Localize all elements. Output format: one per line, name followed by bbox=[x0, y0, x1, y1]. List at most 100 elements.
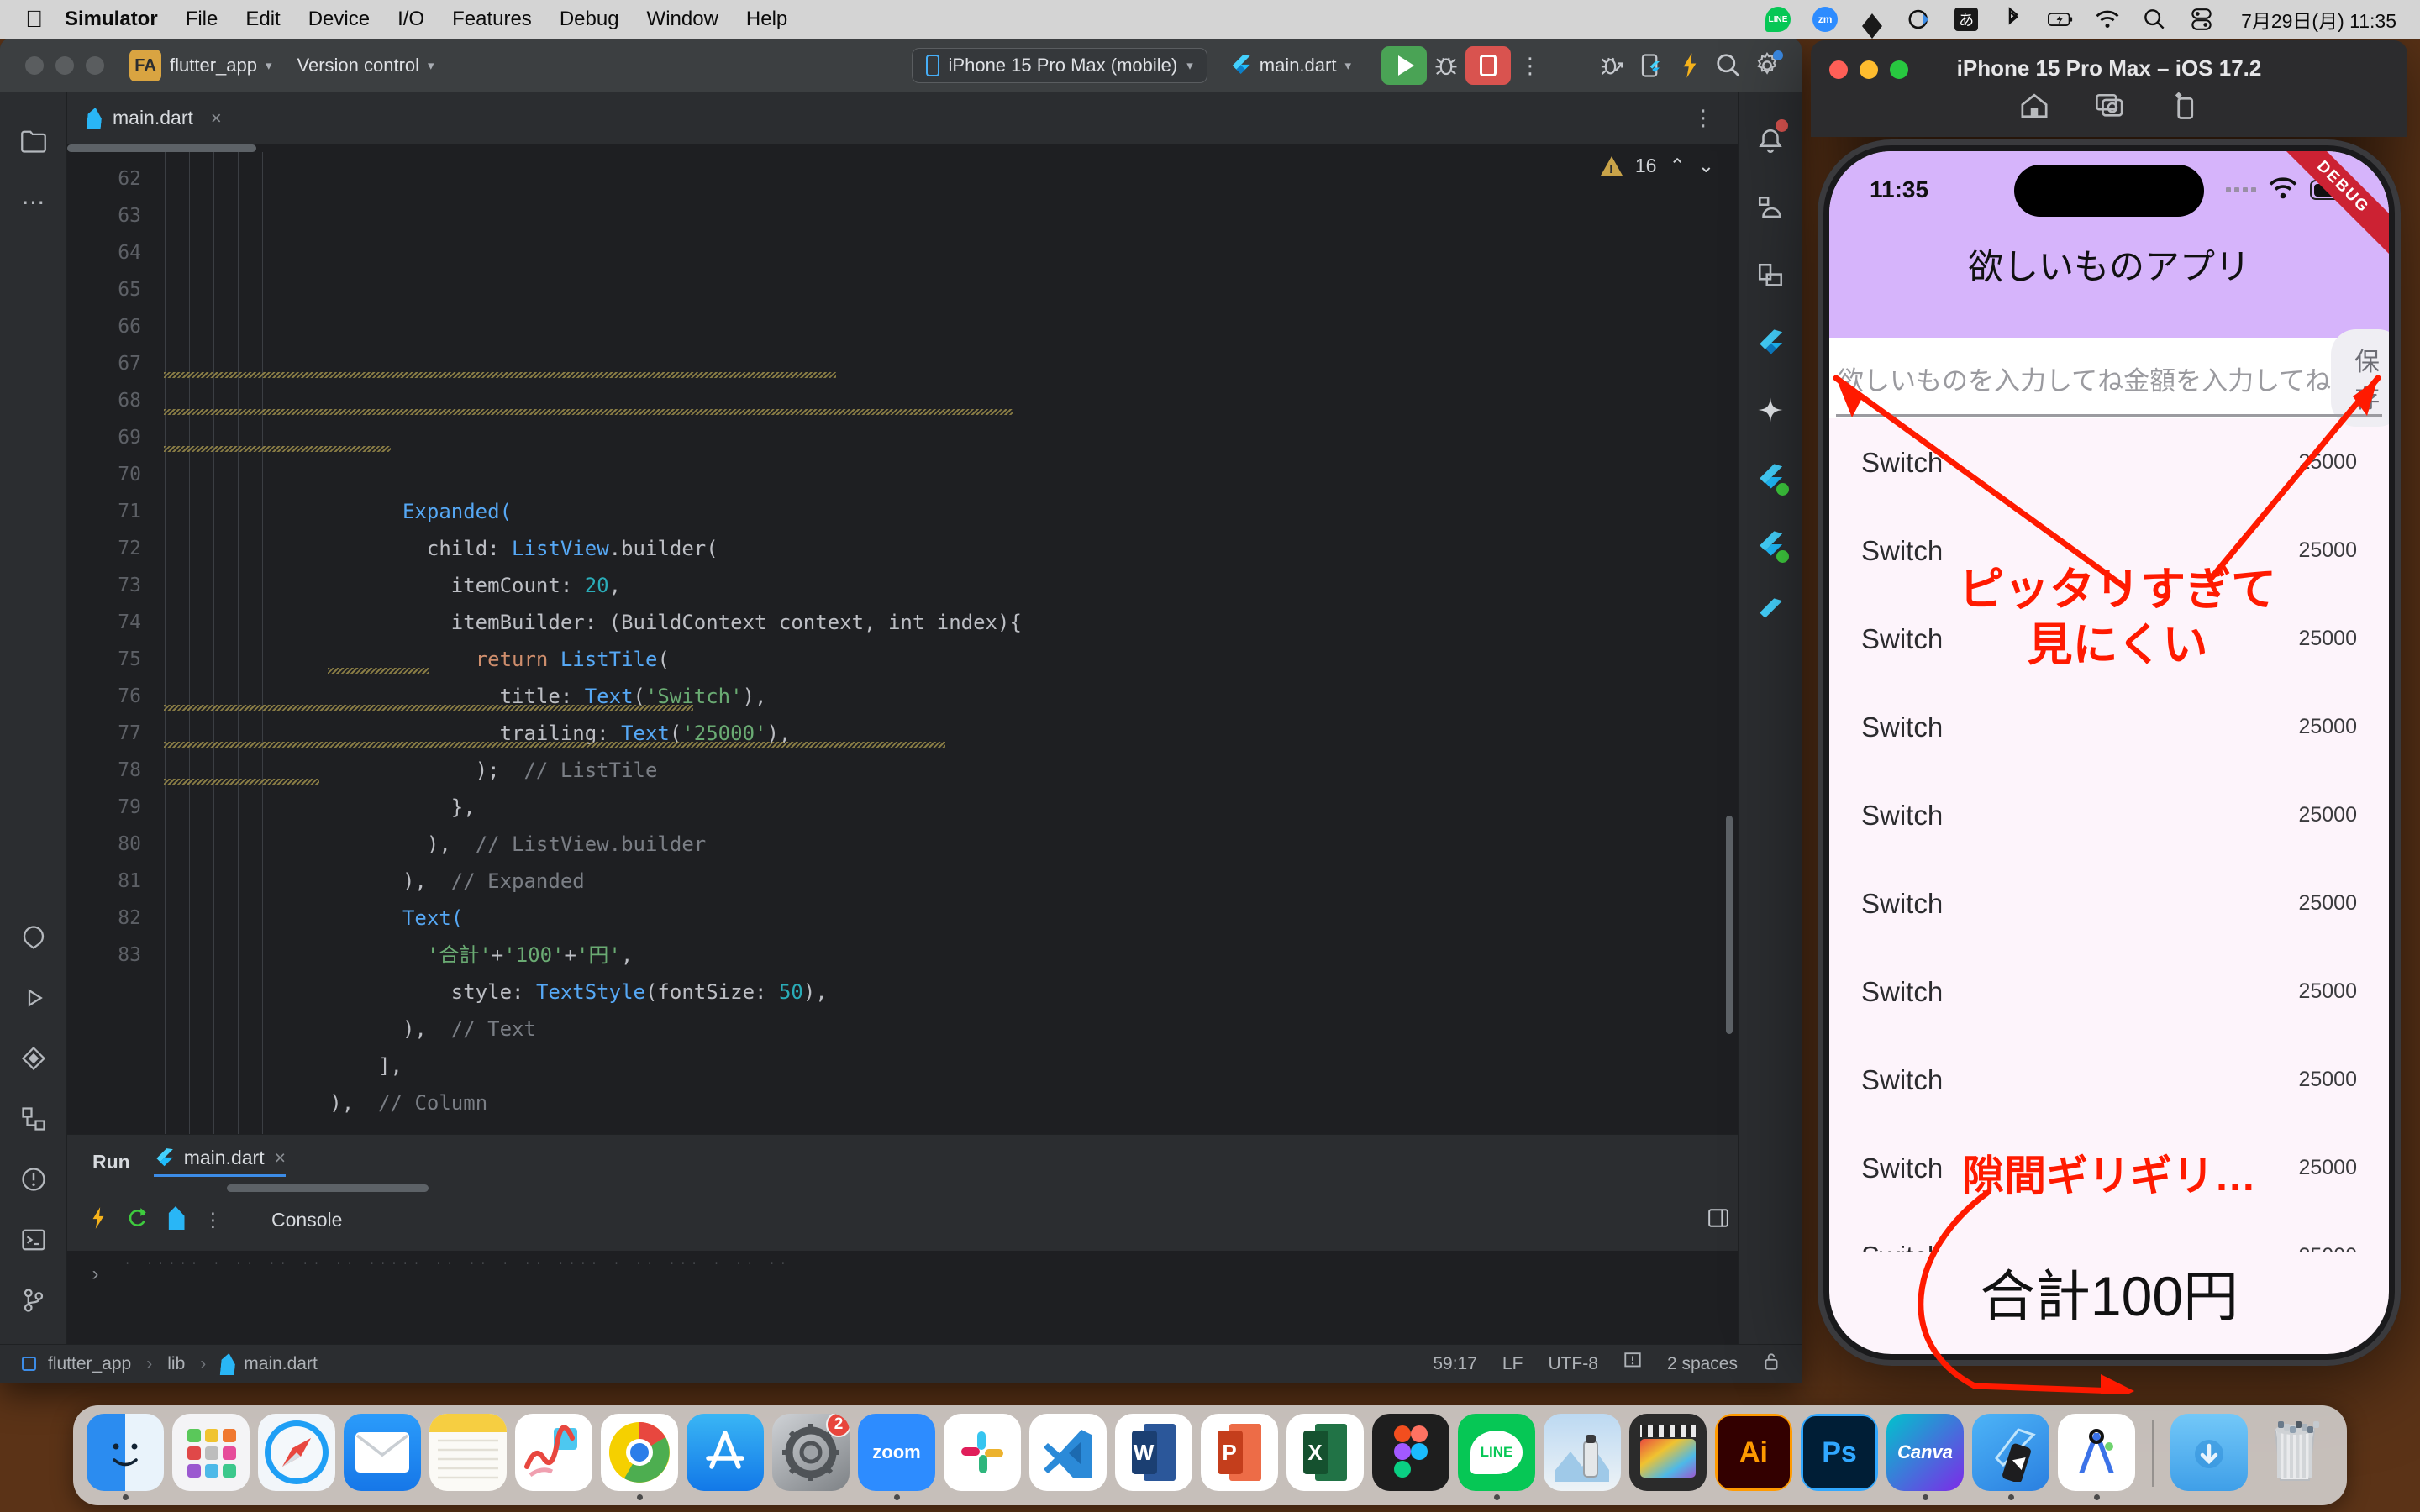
menu-window[interactable]: Window bbox=[647, 8, 718, 31]
dock-item-canva[interactable]: Canva bbox=[1886, 1414, 1964, 1500]
inspection-widget[interactable]: 16 ⌃ ⌄ bbox=[1600, 155, 1714, 177]
dart-devtools-icon[interactable] bbox=[166, 1205, 185, 1235]
dock-item-mail[interactable] bbox=[344, 1414, 421, 1500]
list-item[interactable]: Switch 25000 bbox=[1829, 595, 2389, 683]
dock-item-line[interactable]: LINE bbox=[1458, 1414, 1535, 1500]
vscode-icon[interactable] bbox=[1029, 1414, 1107, 1491]
editor-options-button[interactable]: ⋮ bbox=[1692, 105, 1714, 131]
code-editor[interactable]: 16 ⌃ ⌄ 62 63 64 65 66 67 68 69 70 71 72 73 74 75 76 77 7… bbox=[67, 144, 1738, 1134]
canva-icon[interactable]: Canva bbox=[1886, 1414, 1964, 1491]
flutter-outline-icon[interactable] bbox=[1744, 511, 1797, 578]
excel-icon[interactable]: X bbox=[1286, 1414, 1364, 1491]
caret-position[interactable]: 59:17 bbox=[1433, 1354, 1477, 1374]
mail-icon[interactable] bbox=[344, 1414, 421, 1491]
launchpad-icon[interactable] bbox=[172, 1414, 250, 1491]
android-studio-icon[interactable] bbox=[2058, 1414, 2135, 1491]
close-window-button[interactable] bbox=[25, 56, 44, 75]
project-icon[interactable] bbox=[8, 111, 59, 171]
device-manager-icon[interactable] bbox=[1744, 242, 1797, 309]
line-icon[interactable]: LINE bbox=[1765, 7, 1791, 32]
dock-item-final-cut-pro[interactable] bbox=[1629, 1414, 1707, 1500]
layout-settings-icon[interactable] bbox=[1707, 1207, 1729, 1234]
home-icon[interactable] bbox=[2020, 92, 2049, 126]
menu-edit[interactable]: Edit bbox=[245, 8, 280, 31]
debug-button[interactable] bbox=[1427, 46, 1465, 85]
dock-item-chrome[interactable] bbox=[601, 1414, 678, 1500]
save-button[interactable]: 保存 bbox=[2331, 329, 2389, 427]
list-item[interactable]: Switch 25000 bbox=[1829, 1212, 2389, 1252]
horizontal-scrollbar[interactable] bbox=[67, 144, 256, 152]
run-icon[interactable] bbox=[8, 968, 59, 1028]
dock-item-slack[interactable] bbox=[944, 1414, 1021, 1500]
dock-item-android-studio[interactable] bbox=[2058, 1414, 2135, 1500]
dock-item-figma[interactable] bbox=[1372, 1414, 1449, 1500]
ai-assistant-icon[interactable] bbox=[1744, 376, 1797, 444]
next-problem-button[interactable]: ⌄ bbox=[1698, 155, 1714, 177]
chrome-icon[interactable] bbox=[601, 1414, 678, 1491]
ime-icon[interactable]: あ bbox=[1954, 7, 1979, 32]
preview-icon[interactable] bbox=[1544, 1414, 1621, 1491]
settings-icon[interactable] bbox=[1748, 46, 1786, 85]
zoom-icon[interactable]: zoom bbox=[858, 1414, 935, 1491]
tab-main-dart[interactable]: main.dart × bbox=[87, 107, 222, 129]
menu-features[interactable]: Features bbox=[452, 8, 532, 31]
dock-item-preview[interactable] bbox=[1544, 1414, 1621, 1500]
flutter-performance-icon[interactable] bbox=[1744, 578, 1797, 645]
menu-help[interactable]: Help bbox=[746, 8, 787, 31]
menu-debug[interactable]: Debug bbox=[560, 8, 619, 31]
bookmarks-icon[interactable] bbox=[8, 907, 59, 968]
trash-icon[interactable] bbox=[2256, 1414, 2333, 1491]
list-item[interactable]: Switch 25000 bbox=[1829, 1036, 2389, 1124]
photoshop-icon[interactable]: Ps bbox=[1801, 1414, 1878, 1491]
menu-simulator[interactable]: Simulator bbox=[65, 8, 158, 31]
project-selector[interactable]: FA flutter_app ▾ bbox=[129, 50, 272, 81]
slack-icon[interactable] bbox=[944, 1414, 1021, 1491]
console-output[interactable]: › · ····· · ·· ·· ·· ·· ····· ·· ·· · ··… bbox=[67, 1251, 1738, 1344]
dock-item-trash[interactable] bbox=[2256, 1414, 2333, 1500]
dock-item-simulator[interactable] bbox=[1972, 1414, 2049, 1500]
hot-reload-icon[interactable] bbox=[1670, 46, 1709, 85]
search-icon[interactable] bbox=[2142, 7, 2167, 32]
more-tool-windows-icon[interactable]: ⋯ bbox=[8, 171, 59, 232]
menu-device[interactable]: Device bbox=[308, 8, 370, 31]
line-ending[interactable]: LF bbox=[1502, 1354, 1523, 1374]
word-icon[interactable]: W bbox=[1115, 1414, 1192, 1491]
system-settings-icon[interactable]: 2 bbox=[772, 1414, 850, 1491]
flutter-icon[interactable] bbox=[1744, 309, 1797, 376]
debug-attach-icon[interactable] bbox=[1593, 46, 1632, 85]
list-item[interactable]: Switch 25000 bbox=[1829, 507, 2389, 595]
search-icon[interactable] bbox=[1709, 46, 1748, 85]
flutter-inspector-icon[interactable] bbox=[1744, 444, 1797, 511]
bluetooth-icon[interactable] bbox=[2001, 7, 2026, 32]
hot-restart-icon[interactable] bbox=[126, 1206, 148, 1235]
dock-item-notes[interactable] bbox=[429, 1414, 507, 1500]
line-icon[interactable]: LINE bbox=[1458, 1414, 1535, 1491]
breadcrumb-project[interactable]: flutter_app bbox=[48, 1354, 131, 1374]
final-cut-pro-icon[interactable] bbox=[1629, 1414, 1707, 1491]
version-control-icon[interactable] bbox=[8, 1270, 59, 1331]
structure-icon[interactable] bbox=[8, 1089, 59, 1149]
close-icon[interactable]: × bbox=[211, 108, 222, 129]
notifications-icon[interactable] bbox=[1744, 108, 1797, 175]
indent-setting[interactable]: 2 spaces bbox=[1667, 1354, 1738, 1374]
dock-item-excel[interactable]: X bbox=[1286, 1414, 1364, 1500]
wifi-icon[interactable] bbox=[2095, 7, 2120, 32]
dock-item-zoom[interactable]: zoom bbox=[858, 1414, 935, 1500]
prev-problem-button[interactable]: ⌃ bbox=[1669, 155, 1685, 177]
vertical-scrollbar[interactable] bbox=[1726, 816, 1733, 1034]
dock-item-photoshop[interactable]: Ps bbox=[1801, 1414, 1878, 1500]
flutter-device-icon[interactable] bbox=[1632, 46, 1670, 85]
control-center-icon[interactable] bbox=[2189, 7, 2214, 32]
dock-item-word[interactable]: W bbox=[1115, 1414, 1192, 1500]
minimize-window-button[interactable] bbox=[55, 56, 74, 75]
list-item[interactable]: Switch 25000 bbox=[1829, 771, 2389, 859]
window-traffic-lights[interactable] bbox=[25, 56, 104, 75]
dock-item-system-settings[interactable]: 2 bbox=[772, 1414, 850, 1500]
figma-icon[interactable] bbox=[1372, 1414, 1449, 1491]
zoom-icon[interactable]: zm bbox=[1812, 7, 1839, 32]
powerpoint-icon[interactable]: P bbox=[1201, 1414, 1278, 1491]
menu-io[interactable]: I/O bbox=[397, 8, 424, 31]
version-control-menu[interactable]: Version control ▾ bbox=[297, 55, 434, 76]
stop-button[interactable] bbox=[1465, 46, 1511, 85]
more-options-button[interactable]: ⋮ bbox=[1511, 46, 1549, 85]
